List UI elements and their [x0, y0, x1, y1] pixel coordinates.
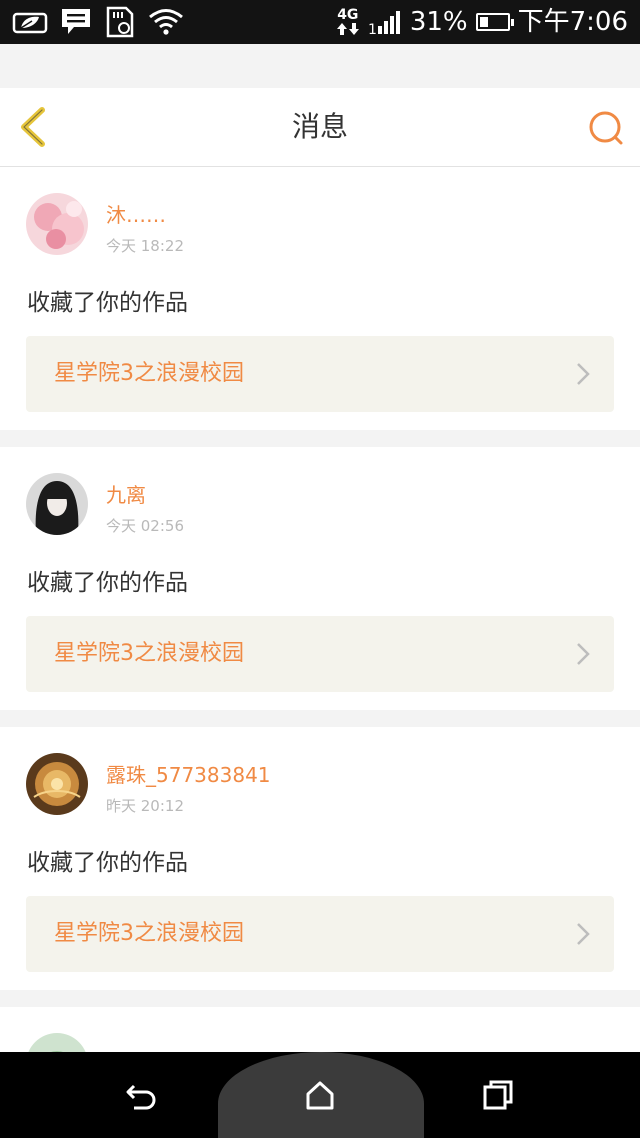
leaf-notification-icon: [12, 12, 48, 34]
work-title: 星学院3之浪漫校园: [54, 641, 244, 666]
action-text: 收藏了你的作品: [27, 290, 188, 316]
page-title: 消息: [291, 110, 348, 143]
home-icon: [306, 1081, 334, 1110]
chevron-right-icon: [577, 363, 590, 385]
message-card: 沐…… 今天 18:22 收藏了你的作品 星学院3之浪漫校园: [0, 167, 640, 430]
signal-icon: 1: [368, 11, 400, 35]
chevron-right-icon: [577, 643, 590, 665]
svg-text:1: 1: [368, 22, 377, 35]
sd-card-icon: [106, 6, 134, 38]
avatar[interactable]: [26, 473, 88, 535]
work-link[interactable]: 星学院3之浪漫校园: [26, 616, 614, 692]
timestamp: 今天 18:22: [106, 237, 184, 255]
search-icon: [589, 111, 623, 145]
data-transfer-icon: [336, 23, 359, 35]
network-type: 4G: [337, 7, 359, 23]
username[interactable]: 九离: [106, 479, 146, 508]
clock: 下午7:06: [517, 7, 628, 37]
battery-level: [479, 17, 488, 27]
recents-icon: [483, 1080, 513, 1110]
username[interactable]: 沐……: [106, 199, 166, 228]
avatar[interactable]: [26, 193, 88, 255]
action-text: 收藏了你的作品: [27, 850, 188, 876]
message-card: 九离 今天 02:56 收藏了你的作品 星学院3之浪漫校园: [0, 447, 640, 710]
search-button[interactable]: [586, 108, 626, 148]
message-notification-icon: [62, 9, 90, 34]
work-title: 星学院3之浪漫校园: [54, 921, 244, 946]
message-list: 沐…… 今天 18:22 收藏了你的作品 星学院3之浪漫校园 九离 今天 02:…: [0, 167, 640, 1067]
action-text: 收藏了你的作品: [27, 570, 188, 596]
status-system-icons: 4G 1 31% 下午7:06: [336, 4, 628, 40]
wifi-icon: [149, 9, 183, 35]
timestamp: 今天 02:56: [106, 517, 184, 535]
username[interactable]: 露珠_577383841: [106, 759, 271, 788]
avatar[interactable]: [26, 753, 88, 815]
work-link[interactable]: 星学院3之浪漫校园: [26, 896, 614, 972]
nav-recents-button[interactable]: [481, 1078, 515, 1112]
system-nav-bar: [0, 1052, 640, 1138]
status-notification-icons: [12, 6, 184, 38]
message-card: 露珠_577383841 昨天 20:12 收藏了你的作品 星学院3之浪漫校园: [0, 727, 640, 990]
battery-icon: [475, 13, 514, 31]
timestamp: 昨天 20:12: [106, 797, 184, 815]
back-arrow-icon: [126, 1084, 156, 1110]
status-bar: 4G 1 31% 下午7:06: [0, 0, 640, 44]
network-indicator: 4G: [336, 8, 360, 36]
app-header: 消息: [0, 88, 640, 167]
work-title: 星学院3之浪漫校园: [54, 361, 244, 386]
work-link[interactable]: 星学院3之浪漫校园: [26, 336, 614, 412]
battery-percentage: 31%: [409, 7, 468, 37]
nav-home-button[interactable]: [303, 1078, 337, 1112]
nav-back-button[interactable]: [124, 1078, 158, 1112]
chevron-right-icon: [577, 923, 590, 945]
